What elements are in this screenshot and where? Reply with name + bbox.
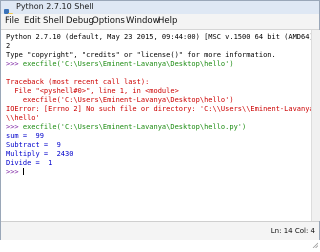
shell-line: Python 2.7.10 (default, May 23 2015, 09:…: [6, 33, 311, 41]
shell-line: Type "copyright", "credits" or "license(…: [6, 51, 276, 59]
prompt: >>>: [6, 168, 23, 176]
output-line: Divide = 1: [6, 159, 53, 167]
title-bar[interactable]: Python 2.7.10 Shell: [1, 1, 319, 18]
shell-line: >>> execfile('C:\Users\Eminent-Lavanya\D…: [6, 123, 247, 131]
shell-output[interactable]: Python 2.7.10 (default, May 23 2015, 09:…: [2, 30, 311, 221]
python-shell-window: Python 2.7.10 Shell File Edit Shell Debu…: [0, 0, 320, 249]
menu-window[interactable]: Window: [126, 16, 160, 26]
error-line: IOError: [Errno 2] No such file or direc…: [6, 105, 311, 113]
traceback-line: execfile('C:\Users\Eminent-Lavanya\Deskt…: [6, 96, 234, 104]
traceback-line: File "<pyshell#0>", line 1, in <module>: [6, 87, 179, 95]
traceback-line: Traceback (most recent call last):: [6, 78, 150, 86]
error-line: \\hello': [6, 114, 40, 122]
text-cursor: [22, 168, 24, 175]
menu-help[interactable]: Help: [158, 16, 177, 26]
menu-bar: File Edit Shell Debug Options Window Hel…: [1, 14, 319, 30]
prompt: >>>: [6, 123, 23, 131]
shell-line: >>> execfile('C:\Users\Eminent-Lavanya\D…: [6, 60, 234, 68]
window-title: Python 2.7.10 Shell: [16, 2, 94, 11]
output-line: Subtract = 9: [6, 141, 61, 149]
menu-edit[interactable]: Edit: [24, 16, 40, 26]
prompt: >>>: [6, 60, 23, 68]
shell-line: 2: [6, 42, 11, 50]
output-line: sum = 99: [6, 132, 44, 140]
vertical-scrollbar[interactable]: [311, 30, 320, 221]
menu-debug[interactable]: Debug: [66, 16, 94, 26]
python-icon: [4, 3, 13, 18]
menu-shell[interactable]: Shell: [43, 16, 64, 26]
cursor-position: Ln: 14 Col: 4: [270, 227, 315, 235]
output-line: Multiply = 2430: [6, 150, 74, 158]
status-bar: Ln: 14 Col: 4: [1, 221, 319, 249]
menu-options[interactable]: Options: [92, 16, 125, 26]
resize-grip-icon[interactable]: [312, 233, 319, 249]
shell-line: >>>: [6, 168, 24, 176]
menu-file[interactable]: File: [5, 16, 19, 26]
